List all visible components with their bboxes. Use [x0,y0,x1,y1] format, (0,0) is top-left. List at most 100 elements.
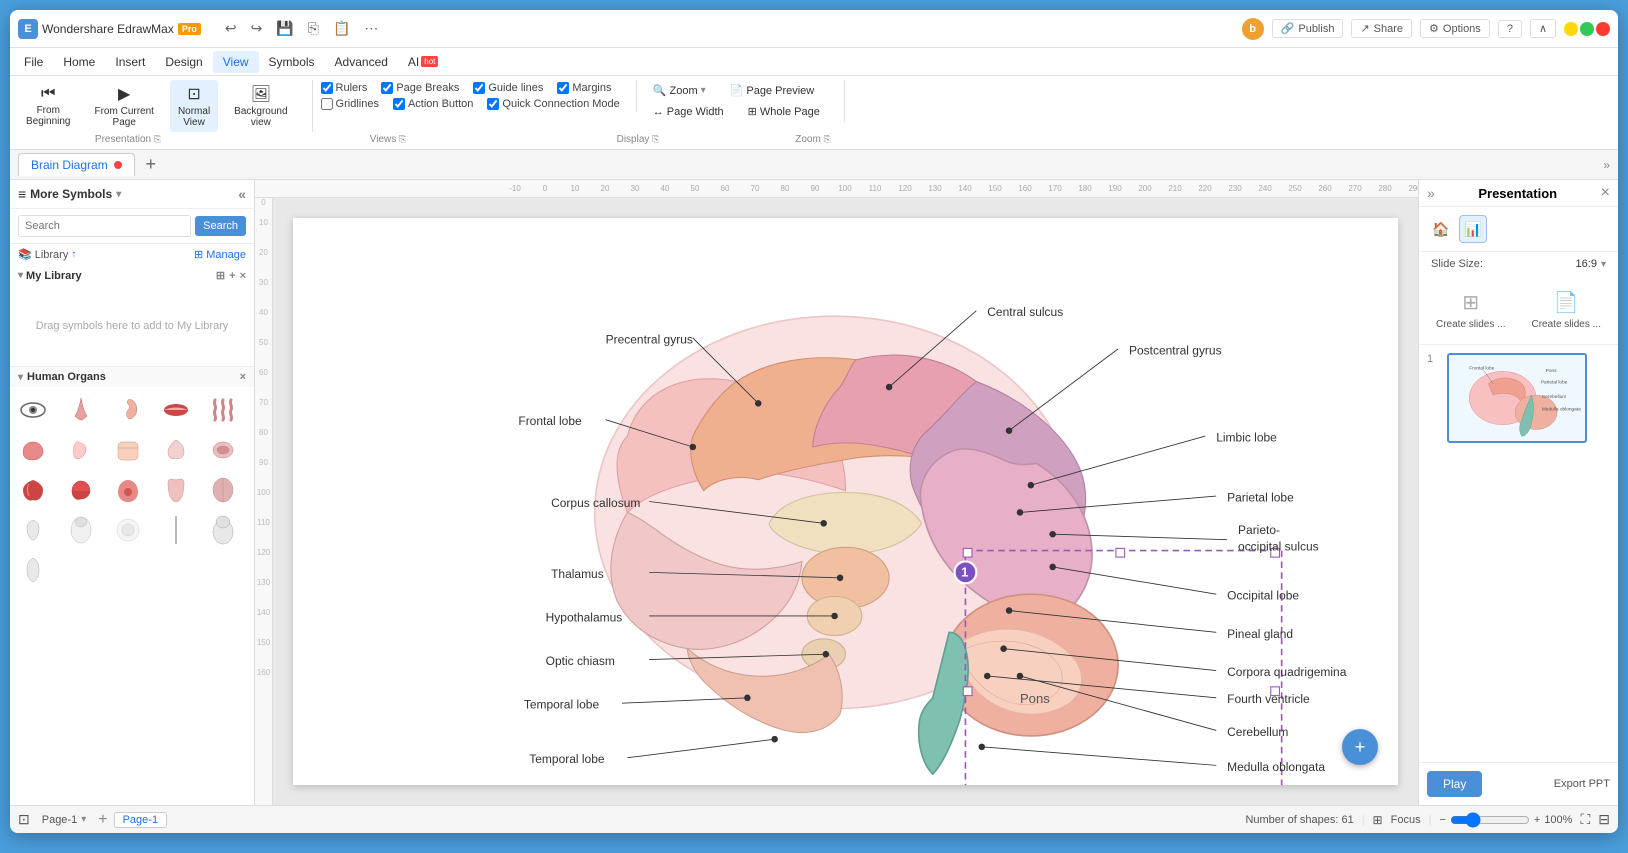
minimize-btn[interactable] [1564,22,1578,36]
action-button-checkbox[interactable]: Action Button [393,98,473,110]
quick-connection-checkbox[interactable]: Quick Connection Mode [487,98,619,110]
shape-eye[interactable] [14,391,52,429]
menu-home[interactable]: Home [53,51,105,73]
menu-file[interactable]: File [14,51,53,73]
ruler-tick: 10 [560,184,590,193]
fullscreen-btn[interactable]: ⛶ [1580,811,1590,828]
add-tab-btn[interactable]: + [139,153,163,177]
page1-dropdown[interactable]: Page-1 ▾ [36,812,93,828]
svg-text:Thalamus: Thalamus [551,567,604,581]
zoom-btn[interactable]: 🔍 Zoom ▾ [645,82,714,99]
tab-panel-toggle[interactable]: » [1603,158,1610,172]
canvas-area[interactable]: 1 Central sulcus Postcentral gyrus [273,198,1418,805]
shape-organ4-2[interactable] [62,511,100,549]
shape-organ2-5[interactable] [204,431,242,469]
zoom-slider[interactable] [1450,812,1530,828]
search-btn[interactable]: Search [195,216,246,236]
menu-view[interactable]: View [213,51,259,73]
menu-symbols[interactable]: Symbols [259,51,325,73]
library-expand[interactable]: ↑ [71,249,76,260]
rulers-checkbox[interactable]: Rulers [321,82,368,94]
tab-brain-diagram[interactable]: Brain Diagram [18,153,135,176]
shape-organ4-1[interactable] [14,511,52,549]
page-breaks-checkbox[interactable]: Page Breaks [381,82,459,94]
create-slides-btn2[interactable]: 📄 Create slides ... [1523,284,1611,336]
menu-design[interactable]: Design [155,51,212,73]
guide-lines-checkbox[interactable]: Guide lines [473,82,543,94]
ruler-tick: -10 [500,184,530,193]
menu-ai[interactable]: AI hot [398,51,448,73]
add-shape-btn[interactable]: + [1342,729,1378,765]
svg-text:Temporal lobe: Temporal lobe [524,698,600,712]
shape-organ3-4[interactable] [157,471,195,509]
page-layout-icon[interactable]: ⊡ [18,811,30,828]
shape-organ3-5[interactable] [204,471,242,509]
collapse-ribbon-btn[interactable]: ∧ [1530,19,1556,38]
my-library-close-btn[interactable]: × [240,270,246,282]
shape-organ2-1[interactable] [14,431,52,469]
share-btn[interactable]: ↗ Share [1351,19,1412,38]
margins-checkbox[interactable]: Margins [557,82,611,94]
panel-home-icon-btn[interactable]: 🏠 [1427,215,1455,243]
menu-insert[interactable]: Insert [105,51,155,73]
create-slides-btn1[interactable]: ⊞ Create slides ... [1427,284,1515,336]
slide-thumbnail-1[interactable]: Frontal lobe Pons Parietal lobe Cerebell… [1447,353,1587,443]
shape-organ3-1[interactable] [14,471,52,509]
play-btn[interactable]: Play [1427,771,1482,797]
shape-organ5-2[interactable] [204,511,242,549]
gridlines-checkbox[interactable]: Gridlines [321,98,379,110]
presentation-section-label: Presentation ⎘ [18,134,238,145]
shape-mouth[interactable] [157,391,195,429]
redo-btn[interactable]: ↪ [247,18,267,39]
separator: | [1362,814,1365,826]
sidebar-collapse-btn[interactable]: « [238,186,246,202]
panel-toggle-btn[interactable]: ⊟ [1598,811,1610,828]
right-panel-expand-btn[interactable]: » [1427,185,1435,201]
from-current-btn[interactable]: ▶ From CurrentPage [86,80,161,132]
more-btn[interactable]: ⋯ [360,18,382,39]
zoom-in-btn[interactable]: + [1534,814,1540,826]
shape-intestine1[interactable] [204,391,242,429]
shape-organ4-3[interactable] [109,511,147,549]
menu-advanced[interactable]: Advanced [325,51,398,73]
zoom-out-btn[interactable]: − [1439,814,1445,826]
options-btn[interactable]: ⚙ Options [1420,19,1490,38]
add-page-btn[interactable]: + [98,811,107,829]
human-organs-close-btn[interactable]: × [240,371,246,383]
background-view-btn[interactable]: 🖼 Backgroundview [226,80,295,132]
slide-thumbnail-area: 1 Frontal lobe Pons Parietal lo [1419,345,1618,762]
page-preview-btn[interactable]: 📄 Page Preview [722,82,823,99]
copy-btn[interactable]: ⎘ [304,18,323,39]
layers-icon[interactable]: ⊞ [1373,813,1383,827]
shape-organ3-3[interactable] [109,471,147,509]
shape-nose[interactable] [62,391,100,429]
manage-btn[interactable]: ⊞ Manage [194,248,246,261]
slide-thumb-svg: Frontal lobe Pons Parietal lobe Cerebell… [1449,355,1585,441]
page-width-btn[interactable]: ↔ Page Width [645,104,732,120]
svg-text:Pons: Pons [1020,691,1050,706]
whole-page-btn[interactable]: ⊞ Whole Page [740,103,828,120]
shape-organ5-1[interactable] [157,511,195,549]
shape-organ2-4[interactable] [157,431,195,469]
from-beginning-btn[interactable]: ⏮ FromBeginning [18,81,78,131]
shape-organ3-2[interactable] [62,471,100,509]
save-btn[interactable]: 💾 [272,18,297,39]
shape-organ2-3[interactable] [109,431,147,469]
paste-btn[interactable]: 📋 [329,18,354,39]
my-library-add-btn[interactable]: ⊞ [216,269,225,282]
export-ppt-btn[interactable]: Export PPT [1554,778,1610,790]
search-input[interactable] [18,215,191,237]
help-btn[interactable]: ? [1498,20,1522,38]
shape-ear[interactable] [109,391,147,429]
shape-organ2-2[interactable] [62,431,100,469]
normal-view-btn[interactable]: ⊡ NormalView [170,80,218,132]
right-panel-close-btn[interactable]: × [1601,184,1610,202]
page1-tab[interactable]: Page-1 [114,812,167,828]
close-btn[interactable] [1596,22,1610,36]
maximize-btn[interactable] [1580,22,1594,36]
shape-organ5-3[interactable] [14,551,52,589]
my-library-new-btn[interactable]: + [229,270,235,282]
undo-btn[interactable]: ↩ [221,18,241,39]
publish-btn[interactable]: 🔗 Publish [1272,19,1344,38]
panel-slides-icon-btn[interactable]: 📊 [1459,215,1487,243]
